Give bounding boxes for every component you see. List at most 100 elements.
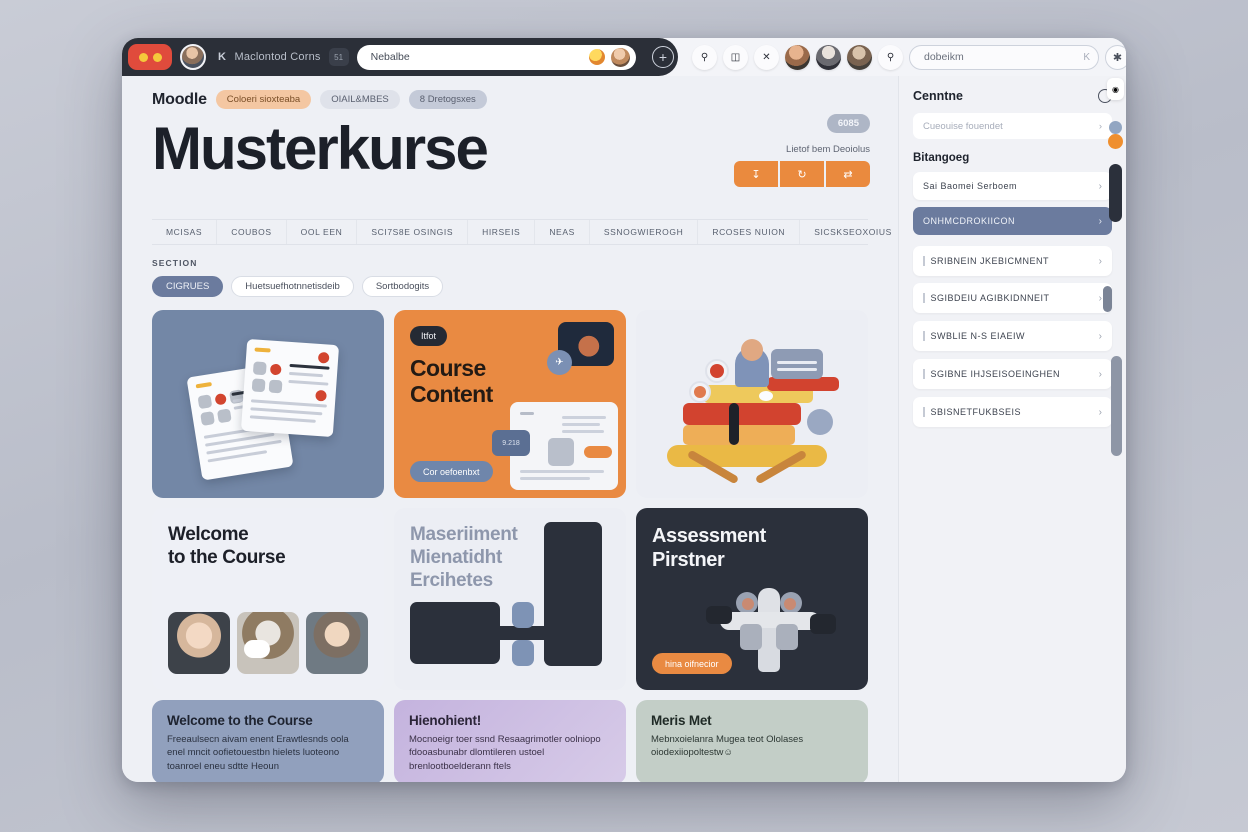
card-cta-button[interactable]: hina oifnecior — [652, 653, 732, 674]
cart-icon[interactable]: ⚲ — [878, 44, 903, 70]
profile-icon[interactable] — [785, 44, 810, 70]
download-icon[interactable]: ↧ — [734, 161, 778, 187]
profile-icon[interactable] — [847, 44, 872, 70]
header-badge[interactable]: OIAIL&MBES — [320, 90, 400, 109]
nav-tab[interactable]: COUBOS — [217, 220, 287, 244]
section-chip[interactable]: Sortbodogits — [361, 276, 444, 297]
brand-row: Moodle Coloeri sioxteaba OIAIL&MBES 8 Dr… — [122, 76, 898, 109]
status-dot[interactable] — [1108, 134, 1123, 149]
page-badge-icon[interactable] — [589, 49, 605, 65]
nav-tab[interactable]: SICSKSEOXOIUS — [800, 220, 898, 244]
chrome-toolbar: ⚲ ◫ ✕ ⚲ dobeikm K ✱ ◉ — [682, 38, 1126, 76]
nav-tab[interactable]: OOL EEN — [287, 220, 358, 244]
avatar[interactable] — [168, 612, 230, 674]
nav-tab[interactable]: NEAS — [535, 220, 590, 244]
browser-chrome: K Maclontod Corns 51 Nebalbe + ⚲ ◫ ✕ ⚲ d… — [122, 38, 1126, 76]
close-icon[interactable]: ✕ — [754, 44, 779, 70]
shape-block — [480, 626, 592, 640]
chevron-right-icon: › — [1098, 120, 1102, 132]
refresh-icon[interactable]: ↻ — [780, 161, 824, 187]
sidebar-item-label: Sai Baomei Serboem — [923, 181, 1018, 191]
sidebar-item-label: SGIBDEIU AGIBKIDNNEIT — [930, 293, 1050, 303]
card-title-line3: Ercihetes — [410, 569, 493, 591]
bag-icon[interactable]: ◫ — [723, 44, 748, 70]
resize-handle[interactable] — [1103, 286, 1112, 312]
section-chip[interactable]: Huetsuefhotnnetisdeib — [231, 276, 354, 297]
avatar[interactable] — [237, 612, 299, 674]
card-assessment[interactable]: Assessment Pirstner hina oifnecior — [636, 508, 868, 690]
header-badge[interactable]: Coloeri sioxteaba — [215, 90, 312, 109]
sidebar-item[interactable]: SGIBNE IHJSEISOEINGHEN › — [913, 359, 1112, 389]
card-cta-button[interactable]: Cor oefoenbxt — [410, 461, 493, 482]
section-chip-group: CIGRUES Huetsuefhotnnetisdeib Sortbodogi… — [152, 276, 868, 297]
nav-tab[interactable]: SSNOGWIEROGH — [590, 220, 699, 244]
nav-tab[interactable]: HIRSEIS — [468, 220, 536, 244]
profile-icon[interactable] — [611, 47, 630, 67]
divider — [923, 331, 925, 341]
swap-icon[interactable]: ⇄ — [826, 161, 870, 187]
status-dot[interactable] — [1109, 121, 1122, 134]
scrollbar-thumb[interactable] — [1111, 356, 1122, 456]
card-welcome[interactable]: Welcome to the Course — [152, 508, 384, 690]
nav-tab[interactable]: RCOSES NUION — [698, 220, 801, 244]
chevron-right-icon: › — [1098, 368, 1102, 380]
sidebar-item-label: ONHMCDROKIICON — [923, 216, 1015, 226]
scrollbar-thumb[interactable] — [1109, 164, 1122, 222]
card-strip-meris[interactable]: Meris Met Mebnxoielanra Mugea teot Olola… — [636, 700, 868, 782]
address-bar[interactable]: Nebalbe — [356, 44, 636, 70]
document-illustration — [240, 338, 340, 438]
card-documents[interactable] — [152, 310, 384, 498]
card-title: Welcome to the Course — [168, 524, 368, 570]
search-input[interactable]: dobeikm K — [909, 44, 1099, 70]
card-title: Welcome to the Course — [167, 713, 313, 728]
card-title-line1: Course — [410, 355, 486, 381]
cart-icon[interactable]: ⚲ — [692, 44, 717, 70]
action-button-group: ↧ ↻ ⇄ — [690, 161, 870, 187]
sidebar-section-label: Bitangoeg — [913, 152, 970, 164]
window-control-dot[interactable] — [152, 52, 162, 62]
section-chip[interactable]: CIGRUES — [152, 276, 224, 297]
avatar-group — [168, 612, 368, 674]
nav-tab[interactable]: SCI7S8E OSINGIS — [357, 220, 469, 244]
star-icon[interactable]: ✱ — [1105, 44, 1126, 70]
window-controls[interactable] — [128, 44, 172, 70]
card-books[interactable] — [636, 310, 868, 498]
sidebar-item[interactable]: SGIBDEIU AGIBKIDNNEIT › — [913, 283, 1112, 313]
sidebar-search-placeholder: Cueouise fouendet — [923, 120, 1003, 132]
card-strip-highlight[interactable]: Hienohient! Mocnoeigr toer ssnd Resaagri… — [394, 700, 626, 782]
tab-glyph-icon: K — [218, 51, 227, 63]
new-tab-icon[interactable]: + — [652, 46, 674, 68]
sidebar-rail: ◉ — [1103, 76, 1126, 782]
tab-count-chip: 51 — [328, 48, 349, 66]
profile-icon[interactable] — [816, 44, 841, 70]
browser-window: K Maclontod Corns 51 Nebalbe + ⚲ ◫ ✕ ⚲ d… — [122, 38, 1126, 782]
chevron-right-icon: › — [1098, 292, 1102, 304]
card-strip-welcome[interactable]: Welcome to the Course Freeaulsecn aivam … — [152, 700, 384, 782]
sidebar-search-input[interactable]: Cueouise fouendet › — [913, 113, 1112, 139]
card-course-content[interactable]: Itfot Course Content ✈ 9.218 Cor oefoenb… — [394, 310, 626, 498]
address-bar-value: Nebalbe — [370, 51, 410, 63]
sidebar-item[interactable]: SBISNETFUKBSEIS › — [913, 397, 1112, 427]
chevron-right-icon: › — [1098, 215, 1102, 227]
sidebar-item-label: SWBLIE N-S EIAEIW — [930, 331, 1026, 341]
tab-title[interactable]: Maclontod Corns — [234, 51, 320, 63]
card-title-line2: Mienatidht — [410, 546, 502, 568]
window-control-dot[interactable] — [138, 52, 148, 62]
header-badge[interactable]: 8 Dretogsxes — [408, 90, 487, 109]
shape-block — [512, 602, 534, 628]
avatar[interactable] — [306, 612, 368, 674]
shape-block — [512, 640, 534, 666]
window-body: Moodle Coloeri sioxteaba OIAIL&MBES 8 Dr… — [122, 76, 1126, 782]
card-management[interactable]: Maseriiment Mienatidht Ercihetes — [394, 508, 626, 690]
card-title-line2: to the Course — [168, 546, 286, 568]
main-content: Moodle Coloeri sioxteaba OIAIL&MBES 8 Dr… — [122, 76, 898, 782]
avatar[interactable] — [180, 44, 206, 70]
card-title-line1: Welcome — [168, 524, 249, 545]
extension-icon[interactable]: ◉ — [1107, 78, 1124, 100]
sidebar-item[interactable]: SWBLIE N-S EIAEIW › — [913, 321, 1112, 351]
sidebar-item[interactable]: SRIBNEIN JKEBICMNENT › — [913, 246, 1112, 276]
sidebar-item-selected[interactable]: ONHMCDROKIICON › — [913, 207, 1112, 235]
sidebar-item[interactable]: Sai Baomei Serboem › — [913, 172, 1112, 200]
nav-tab[interactable]: MCISAS — [152, 220, 218, 244]
divider — [923, 256, 925, 266]
